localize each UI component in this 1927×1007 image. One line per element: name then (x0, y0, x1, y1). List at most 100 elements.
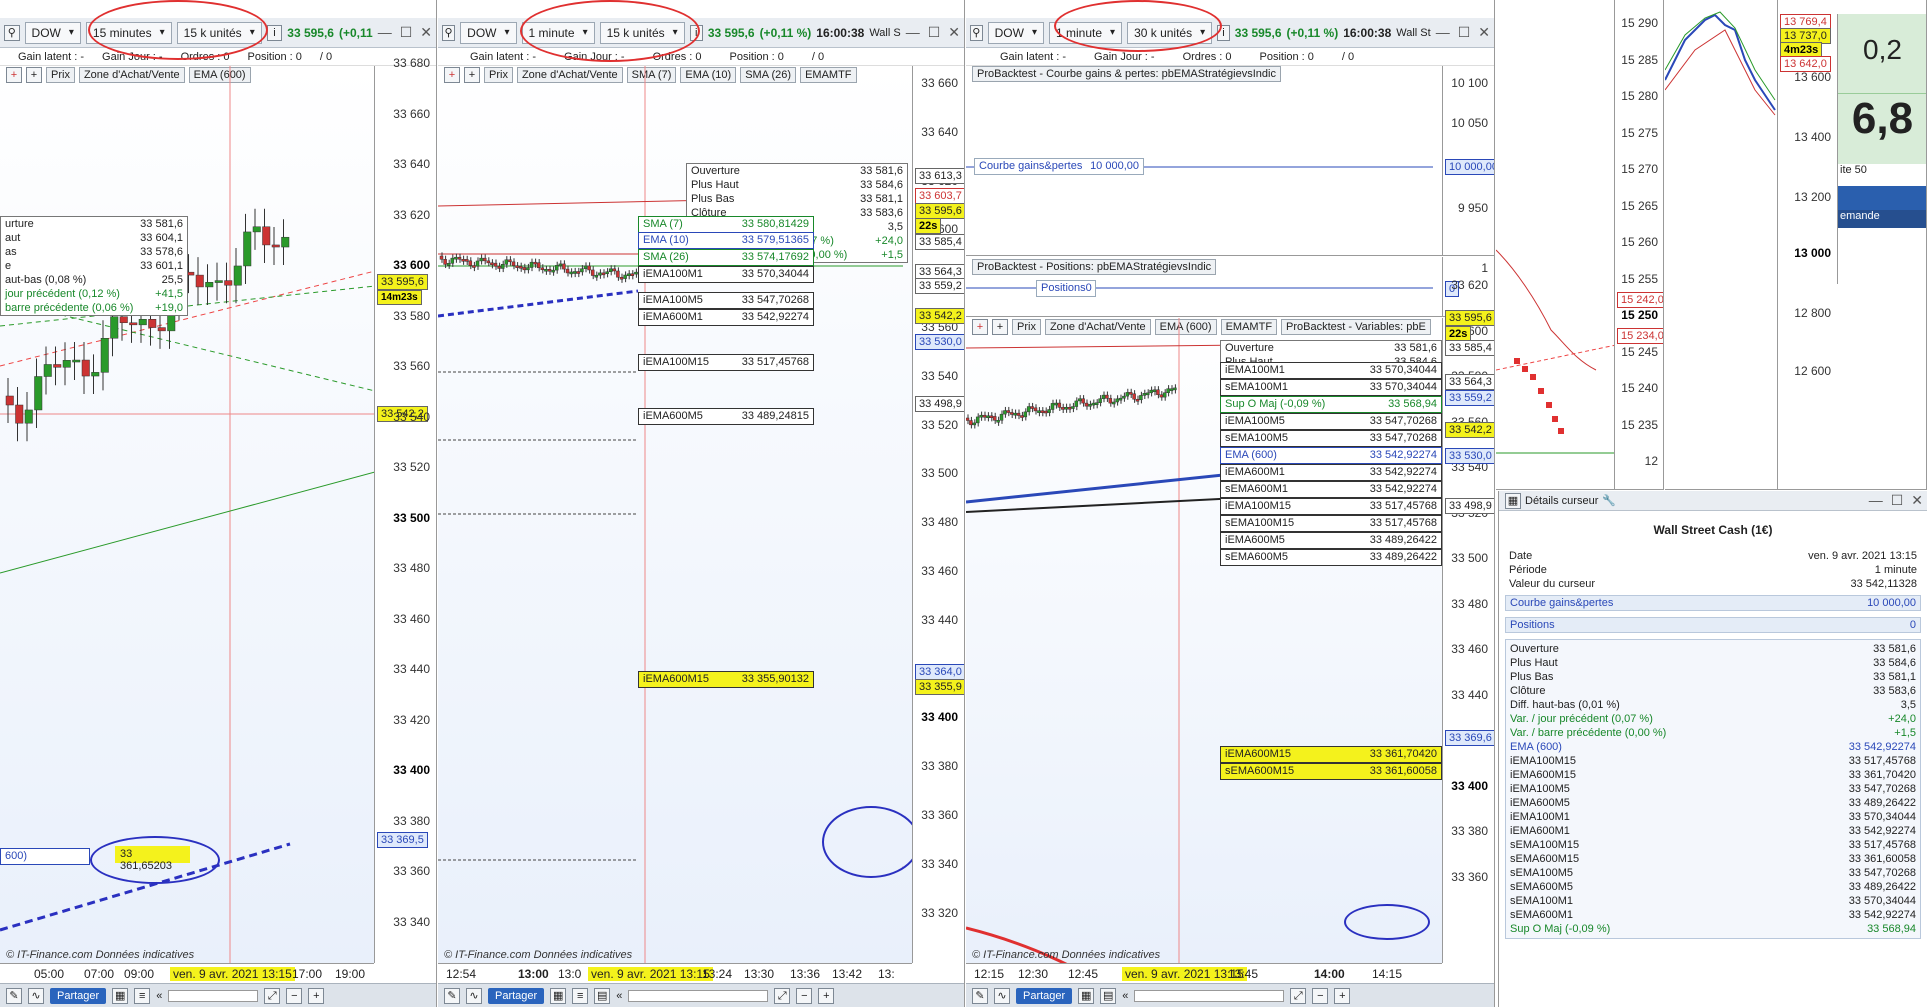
candle (1159, 394, 1164, 398)
scroll-back-icon[interactable]: « (1122, 990, 1128, 1002)
scrollbar[interactable] (168, 989, 259, 1002)
share-button[interactable]: Partager (488, 987, 545, 1004)
minimize-icon[interactable]: — (378, 24, 392, 41)
lock-icon[interactable]: ⚲ (970, 24, 983, 41)
indicator-value-box: iEMA100M15 33 517,45768 (1220, 498, 1442, 515)
zoom-out-icon[interactable]: − (1312, 987, 1329, 1004)
candle (508, 259, 512, 263)
draw-icon[interactable]: ✎ (444, 987, 460, 1004)
candle (53, 364, 62, 368)
candle (34, 376, 43, 411)
sell-price[interactable]: 0,2 (1838, 14, 1926, 94)
lock-icon[interactable]: ⚲ (442, 24, 456, 41)
instrument-name: Wall St (1396, 26, 1431, 39)
candle (569, 271, 573, 275)
zoom-out-icon[interactable]: − (286, 987, 303, 1004)
close-icon[interactable]: ✕ (1911, 492, 1923, 509)
position: Position : 0 (729, 50, 784, 63)
price-plot[interactable]: + + Prix Zone d'Achat/Vente SMA (7) EMA … (438, 66, 964, 963)
calendar-icon[interactable]: ▦ (1078, 987, 1095, 1004)
candle (157, 327, 166, 332)
indicator-value-box: iEMA600M15 33 361,70420 (1220, 746, 1442, 763)
price-axis[interactable]: 33 66033 64033 62033 60033 58033 56033 5… (912, 66, 964, 963)
demande-button[interactable]: emande (1838, 210, 1926, 228)
zoom-in-icon[interactable]: + (818, 987, 835, 1004)
wrench-icon[interactable]: 🔧 (1602, 494, 1616, 507)
candle (619, 276, 624, 280)
price-label: 33 564,3 (1445, 374, 1494, 390)
details-icon: ▦ (1505, 492, 1521, 509)
scrollbar[interactable] (628, 989, 769, 1002)
share-button[interactable]: Partager (50, 987, 107, 1004)
lock-icon[interactable]: ⚲ (4, 24, 20, 41)
window-controls: — ☐ ✕ (906, 24, 964, 41)
zoom-fit-icon[interactable]: ⤢ (774, 987, 791, 1004)
instrument-select[interactable]: DOW (24, 21, 81, 44)
indicator-value-box: EMA (600) 33 542,92274 (1220, 447, 1442, 464)
side-chart-1[interactable]: 15 290 15 285 15 280 15 275 15 270 15 265 15 2… (1496, 0, 1664, 490)
candle (972, 422, 977, 426)
price-label: 15 234,0 (1617, 328, 1663, 344)
draw-icon[interactable]: ✎ (972, 987, 988, 1004)
layout-icon[interactable]: ▤ (1100, 987, 1117, 1004)
price-change: (+0,11 %) (759, 25, 812, 40)
menu-icon[interactable]: ≡ (572, 987, 589, 1004)
price-tick: 15 280 (1621, 89, 1658, 103)
price-tick: 33 500 (921, 466, 958, 481)
candle (605, 271, 609, 274)
side-chart-2[interactable]: 13 769,4 13 737,0 4m23s 13 642,0 13 600 13 40… (1665, 0, 1927, 490)
maximize-icon[interactable]: ☐ (928, 24, 941, 41)
minimize-icon[interactable]: — (1869, 492, 1883, 509)
scrollbar[interactable] (1134, 989, 1285, 1002)
price-tick: 33 440 (921, 612, 958, 627)
minimize-icon[interactable]: — (906, 24, 920, 41)
candle (1013, 412, 1017, 416)
backtest-equity-panel[interactable]: ProBacktest - Courbe gains & pertes: pbE… (966, 66, 1494, 256)
maximize-icon[interactable]: ☐ (400, 24, 413, 41)
draw-icon[interactable]: ✎ (6, 987, 22, 1004)
close-icon[interactable]: ✕ (1478, 24, 1490, 41)
price-tick: 33 400 (393, 763, 430, 777)
instrument-select[interactable]: DOW (460, 21, 517, 44)
candle (979, 414, 983, 418)
maximize-icon[interactable]: ☐ (1458, 24, 1471, 41)
scroll-back-icon[interactable]: « (156, 990, 162, 1002)
indicator-value-box: sEMA100M1 33 570,34044 (1220, 379, 1442, 396)
candle (233, 265, 242, 286)
indicator-icon[interactable]: ∿ (28, 987, 44, 1004)
price-axis[interactable]: 33 595,6 14m23s 33 542,2 33 369,5 33 680… (374, 56, 436, 963)
close-icon[interactable]: ✕ (420, 24, 432, 41)
candle (91, 372, 100, 377)
close-icon[interactable]: ✕ (948, 24, 960, 41)
zoom-in-icon[interactable]: + (308, 987, 325, 1004)
maximize-icon[interactable]: ☐ (1891, 492, 1904, 509)
indicator-icon[interactable]: ∿ (466, 987, 482, 1004)
instrument-select[interactable]: DOW (987, 21, 1044, 44)
info-row: aut 33 604,1 (5, 232, 183, 244)
zoom-out-icon[interactable]: − (796, 987, 813, 1004)
price-tick: 33 340 (921, 856, 958, 871)
zoom-fit-icon[interactable]: ⤢ (264, 987, 281, 1004)
share-button[interactable]: Partager (1016, 987, 1073, 1004)
menu-icon[interactable]: ≡ (134, 987, 151, 1004)
calendar-icon[interactable]: ▦ (112, 987, 129, 1004)
buy-price[interactable]: 6,8 (1838, 94, 1926, 164)
info-icon[interactable]: i (266, 24, 283, 41)
zoom-in-icon[interactable]: + (1334, 987, 1351, 1004)
minimize-icon[interactable]: — (1436, 24, 1450, 41)
calendar-icon[interactable]: ▦ (550, 987, 567, 1004)
zoom-fit-icon[interactable]: ⤢ (1290, 987, 1307, 1004)
indicator-value-box: iEMA100M15 33 517,45768 (638, 354, 814, 371)
candle (1173, 387, 1177, 391)
orders: Ordres : 0 (1182, 50, 1232, 63)
price-plot[interactable]: + + Prix Zone d'Achat/Vente EMA (600) ur… (0, 66, 436, 963)
scroll-back-icon[interactable]: « (616, 990, 622, 1002)
order-button[interactable] (1838, 186, 1926, 210)
price-axis[interactable]: 33 62033 60033 58033 56033 54033 52033 5… (1442, 278, 1494, 963)
price-plot[interactable]: + + Prix Zone d'Achat/Vente EMA (600) EM… (966, 318, 1494, 963)
backtest-positions-panel[interactable]: ProBacktest - Positions: pbEMAStratégiev… (966, 257, 1494, 317)
indicator-icon[interactable]: ∿ (994, 987, 1010, 1004)
layout-icon[interactable]: ▤ (594, 987, 611, 1004)
window-toolbar: ⚲ DOW 1 minute 30 k unités i 33 595,6 (+… (966, 18, 1494, 48)
last-price: 33 595,6 (707, 25, 755, 40)
